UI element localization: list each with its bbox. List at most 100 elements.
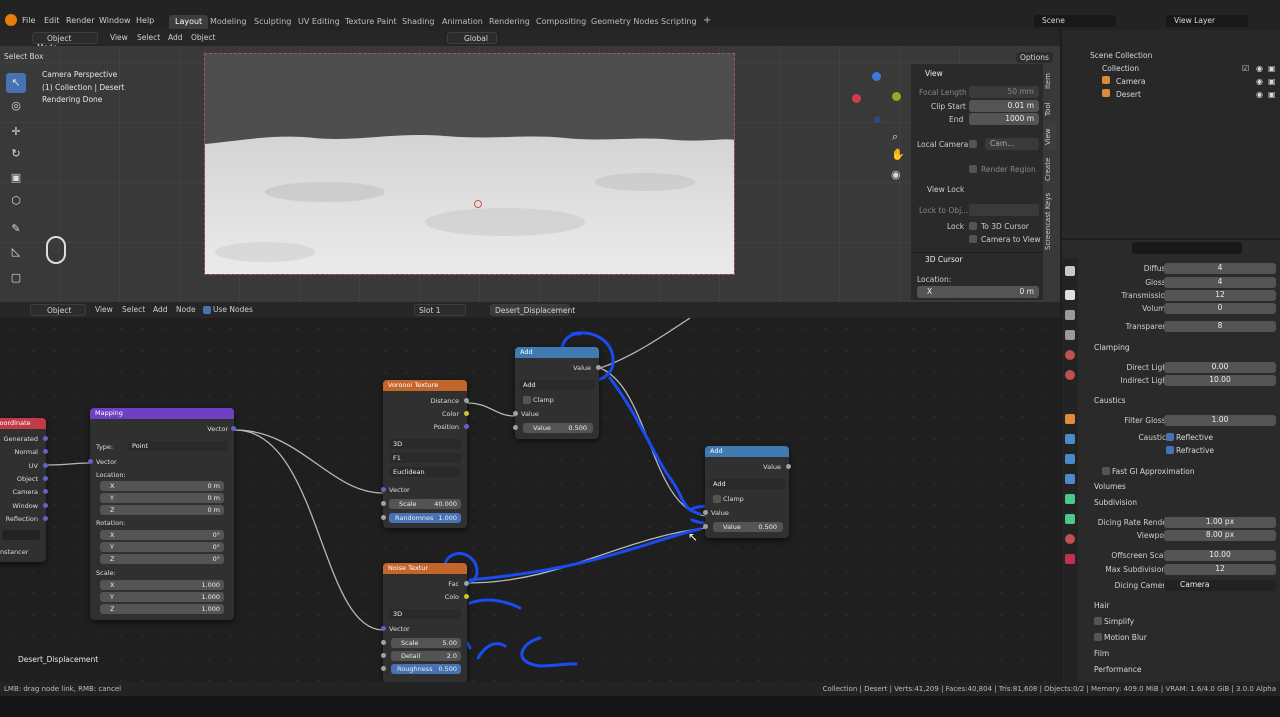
glossy-field[interactable]: 4 <box>1164 277 1276 288</box>
location-y-field[interactable]: Y 0 m <box>100 493 224 503</box>
texture-tab-icon[interactable] <box>1065 554 1075 564</box>
scale-z-field[interactable]: Z 1.000 <box>100 604 224 614</box>
value2-input-socket[interactable] <box>703 524 708 529</box>
menu-help[interactable]: Help <box>136 16 154 25</box>
menu-edit[interactable]: Edit <box>44 16 60 25</box>
reflective-checkbox[interactable] <box>1166 433 1174 441</box>
object-tab-icon[interactable] <box>1065 414 1075 424</box>
y-axis-icon[interactable] <box>892 92 901 101</box>
tool-tab-icon[interactable] <box>1065 266 1075 276</box>
output-socket[interactable] <box>43 476 48 481</box>
world-tab-icon[interactable] <box>1065 370 1075 380</box>
scale-y-field[interactable]: Y 1.000 <box>100 592 224 602</box>
scale-input-socket[interactable] <box>381 640 386 645</box>
add-workspace-icon[interactable]: + <box>697 13 717 27</box>
scene-tab-icon[interactable] <box>1065 350 1075 360</box>
output-socket[interactable] <box>43 449 48 454</box>
vector-input-socket[interactable] <box>88 459 93 464</box>
tab-rendering[interactable]: Rendering <box>483 15 536 29</box>
subdivision-panel[interactable]: Subdivision <box>1094 498 1137 507</box>
physics-tab-icon[interactable] <box>1065 474 1075 484</box>
noise-detail-field[interactable]: Detail 2.0 <box>391 651 461 661</box>
move-tool-icon[interactable]: ✛ <box>6 122 26 142</box>
x-axis-icon[interactable] <box>852 94 861 103</box>
voronoi-scale-field[interactable]: Scale 40.000 <box>389 499 461 509</box>
fast-gi-checkbox[interactable] <box>1102 467 1110 475</box>
use-nodes-checkbox[interactable] <box>203 306 211 314</box>
annotate-tool-icon[interactable]: ✎ <box>6 219 26 239</box>
local-camera-field[interactable]: Cam... <box>985 138 1039 150</box>
clip-end-field[interactable]: 1000 m <box>969 113 1039 125</box>
measure-tool-icon[interactable]: ◺ <box>6 242 26 262</box>
scale-tool-icon[interactable]: ▣ <box>6 168 26 188</box>
menu-render[interactable]: Render <box>66 16 94 25</box>
tab-compositing[interactable]: Compositing <box>530 15 592 29</box>
film-panel[interactable]: Film <box>1094 649 1109 658</box>
camera-view-icon[interactable]: ◉ <box>891 168 901 181</box>
properties-search-input[interactable] <box>1132 242 1242 254</box>
value2-field[interactable]: Value 0.500 <box>523 423 593 433</box>
rotation-x-field[interactable]: X 0° <box>100 530 224 540</box>
caustics-panel[interactable]: Caustics <box>1094 396 1126 405</box>
collection-item[interactable]: Collection <box>1102 64 1139 73</box>
view-layer-selector[interactable]: View Layer <box>1166 15 1248 27</box>
3d-viewport[interactable]: Select Box ↖ ◎ ✛ ↻ ▣ ⬡ ✎ ◺ ▢ Camera Pers… <box>0 46 1060 302</box>
dicing-camera-field[interactable]: Camera <box>1164 580 1276 591</box>
fast-gi-panel[interactable]: Fast GI Approximation <box>1112 467 1195 476</box>
scene-collection-label[interactable]: Scene Collection <box>1090 51 1152 60</box>
color-output-socket[interactable] <box>464 411 469 416</box>
camera-item[interactable]: Camera <box>1116 77 1145 86</box>
tab-shading[interactable]: Shading <box>396 15 441 29</box>
color-output-socket[interactable] <box>464 594 469 599</box>
options-button[interactable]: Options <box>1016 52 1053 63</box>
desert-render-icon[interactable]: ▣ <box>1268 90 1276 99</box>
dimensions-dropdown[interactable]: 3D <box>389 439 461 449</box>
vector-input-socket[interactable] <box>381 487 386 492</box>
output-tab-icon[interactable] <box>1065 310 1075 320</box>
tab-texture-paint[interactable]: Texture Paint <box>339 15 403 29</box>
tab-uv-editing[interactable]: UV Editing <box>292 15 346 29</box>
shader-type-dropdown[interactable]: Object <box>30 304 86 316</box>
operation-dropdown[interactable]: Add <box>519 380 595 390</box>
noise-scale-field[interactable]: Scale 5.00 <box>391 638 461 648</box>
viewport-menu-add[interactable]: Add <box>168 33 183 42</box>
particles-tab-icon[interactable] <box>1065 454 1075 464</box>
output-socket[interactable] <box>43 503 48 508</box>
clamp-checkbox[interactable] <box>523 396 531 404</box>
tab-modeling[interactable]: Modeling <box>204 15 252 29</box>
cursor-tool-icon[interactable]: ◎ <box>6 96 26 116</box>
dicing-viewport-field[interactable]: 8.00 px <box>1164 530 1276 541</box>
scale-x-field[interactable]: X 1.000 <box>100 580 224 590</box>
mapping-type-dropdown[interactable]: Point <box>128 441 228 451</box>
mapping-node[interactable]: Mapping Vector Type: Point Vector Locati… <box>88 408 236 620</box>
texture-coordinate-node[interactable]: Coordinate Generated Normal UV Object Ca… <box>0 418 48 562</box>
simplify-panel[interactable]: Simplify <box>1104 617 1134 626</box>
offscreen-scale-field[interactable]: 10.00 <box>1164 550 1276 561</box>
motion-blur-panel[interactable]: Motion Blur <box>1104 633 1147 642</box>
z-axis-icon[interactable] <box>872 72 881 81</box>
viewport-menu-object[interactable]: Object <box>191 33 215 42</box>
desert-eye-icon[interactable]: ◉ <box>1256 90 1263 99</box>
data-tab-icon[interactable] <box>1065 514 1075 524</box>
menu-file[interactable]: File <box>22 16 35 25</box>
location-x-field[interactable]: X 0 m <box>100 481 224 491</box>
node-menu-select[interactable]: Select <box>122 305 145 314</box>
clamp-checkbox[interactable] <box>713 495 721 503</box>
refractive-checkbox[interactable] <box>1166 446 1174 454</box>
transmission-field[interactable]: 12 <box>1164 290 1276 301</box>
modifier-tab-icon[interactable] <box>1065 434 1075 444</box>
viewport-menu-select[interactable]: Select <box>137 33 160 42</box>
value-input-socket[interactable] <box>513 411 518 416</box>
distance-output-socket[interactable] <box>464 398 469 403</box>
clamping-panel[interactable]: Clamping <box>1094 343 1130 352</box>
volumes-panel[interactable]: Volumes <box>1094 482 1126 491</box>
node-menu-node[interactable]: Node <box>176 305 196 314</box>
orientation-dropdown[interactable]: Global <box>447 32 497 44</box>
to-3d-cursor-checkbox[interactable] <box>969 222 977 230</box>
motion-blur-checkbox[interactable] <box>1094 633 1102 641</box>
value-output-socket[interactable] <box>596 365 601 370</box>
neg-z-axis-icon[interactable] <box>874 116 881 123</box>
tab-layout[interactable]: Layout <box>169 15 209 29</box>
material-tab-icon[interactable] <box>1065 534 1075 544</box>
position-output-socket[interactable] <box>464 424 469 429</box>
